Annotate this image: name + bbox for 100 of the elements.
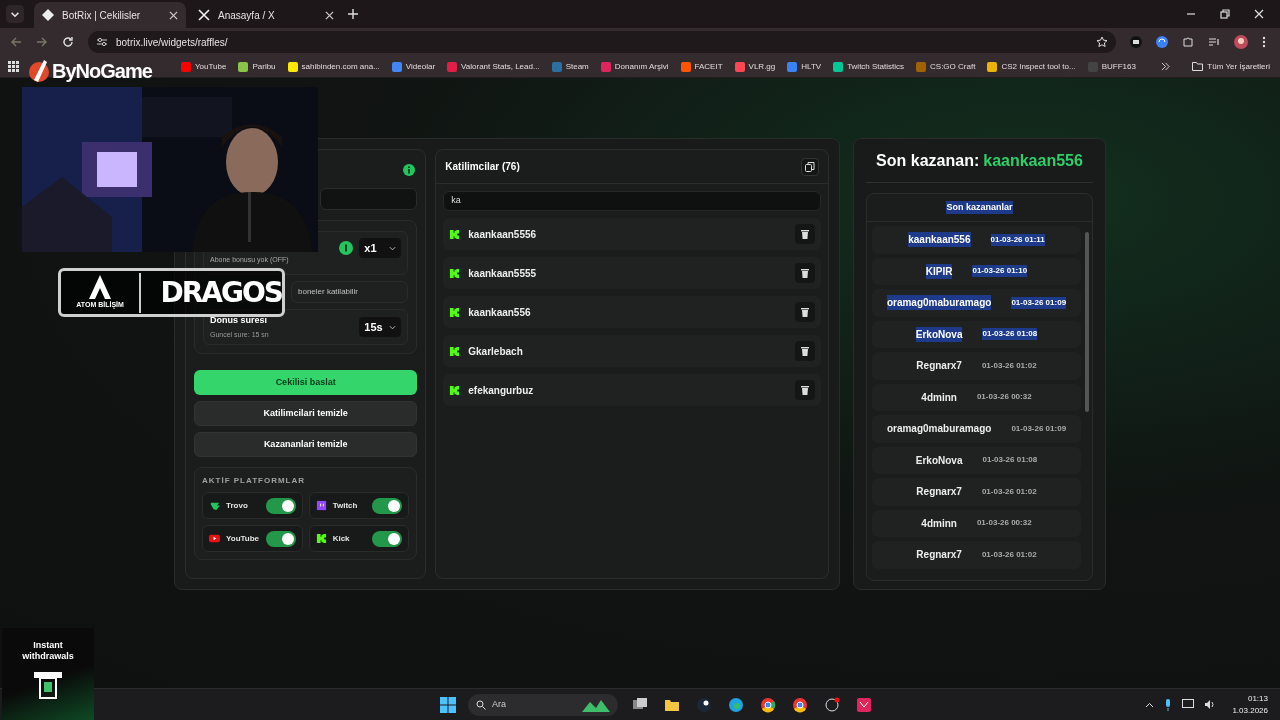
extension-icon[interactable] xyxy=(1156,36,1168,48)
kick-logo-icon xyxy=(449,345,461,357)
multiplier-dropdown[interactable]: x1 xyxy=(359,238,402,258)
bookmark[interactable]: Paribu xyxy=(238,60,276,73)
windows-start-icon[interactable] xyxy=(440,696,456,713)
network-icon[interactable] xyxy=(1182,699,1195,710)
bookmark[interactable]: sahibinden.com ana... xyxy=(287,60,380,73)
extension-icon[interactable] xyxy=(1130,36,1142,48)
app-icon[interactable] xyxy=(856,696,872,713)
bookmark[interactable]: Twitch Statistics xyxy=(833,60,905,73)
winner-name: ErkoNova xyxy=(915,453,963,468)
platform-name: Trovo xyxy=(226,499,249,512)
close-icon[interactable] xyxy=(325,10,334,20)
kick-logo-icon xyxy=(449,228,461,240)
platform-name: Kick xyxy=(332,532,351,545)
info-icon[interactable] xyxy=(403,164,416,176)
winner-name: ErkoNova xyxy=(915,326,963,342)
toggle-switch[interactable] xyxy=(372,530,403,547)
winner-time: 01-03-26 01:09 xyxy=(1011,296,1067,309)
all-bookmarks-button[interactable]: Tüm Yer İşaretleri xyxy=(1192,60,1270,73)
bookmark[interactable]: CS2 Inspect tool to... xyxy=(987,60,1076,73)
back-icon[interactable] xyxy=(10,36,22,48)
toggle-switch[interactable] xyxy=(265,530,296,547)
winner-name: kaankaan556 xyxy=(983,150,1083,171)
copy-icon xyxy=(805,161,815,172)
tab-list-icon[interactable] xyxy=(6,5,24,23)
kick-logo-icon xyxy=(449,384,461,396)
platform-name: YouTube xyxy=(226,532,260,545)
site-settings-icon[interactable] xyxy=(96,36,108,48)
browser-tab[interactable]: BotRix | Cekilisler xyxy=(34,2,186,28)
bookmark-star-icon[interactable] xyxy=(1096,36,1108,48)
clear-button[interactable]: Kazananlari temizle xyxy=(194,432,418,457)
delete-button[interactable] xyxy=(795,263,815,283)
tab-title: Anasayfa / X xyxy=(218,8,276,23)
clear-button[interactable]: Katilimcilari temizle xyxy=(194,401,418,426)
brand-logo: ByNoGame xyxy=(52,59,152,84)
participant-row[interactable]: kaankaan5556 xyxy=(443,218,821,250)
bookmark[interactable]: HLTV xyxy=(787,60,822,73)
search-icon xyxy=(476,699,486,710)
youtube-logo-icon xyxy=(209,533,220,544)
winner-name: kaankaan556 xyxy=(908,232,971,248)
chevrons-icon[interactable] xyxy=(1161,62,1171,71)
text-field[interactable] xyxy=(320,188,418,210)
chrome-icon[interactable] xyxy=(792,696,808,713)
participant-row[interactable]: efekangurbuz xyxy=(443,374,821,406)
subscriber-field[interactable]: boneler katilabilir xyxy=(291,281,409,303)
media-icon[interactable] xyxy=(1208,36,1220,48)
delete-button[interactable] xyxy=(795,380,815,400)
copy-button[interactable] xyxy=(801,157,819,176)
bookmark[interactable]: VLR.gg xyxy=(734,60,776,73)
kick-logo-icon xyxy=(449,267,461,279)
winner-time: 01-03-26 01:08 xyxy=(982,328,1038,341)
toggle-switch[interactable] xyxy=(372,497,403,514)
participant-row[interactable]: kaankaan5555 xyxy=(443,257,821,289)
winner-label: Son kazanan: xyxy=(876,150,980,171)
reload-icon[interactable] xyxy=(62,36,74,48)
winner-time: 01-03-26 01:08 xyxy=(982,454,1038,467)
more-icon[interactable] xyxy=(1262,36,1266,48)
winner-name: Regnarx7 xyxy=(916,548,962,563)
microphone-icon[interactable] xyxy=(1164,698,1173,711)
forward-icon[interactable] xyxy=(36,36,48,48)
delete-button[interactable] xyxy=(795,341,815,361)
chrome-icon[interactable] xyxy=(760,696,776,713)
delete-button[interactable] xyxy=(795,224,815,244)
avatar-icon[interactable] xyxy=(1234,35,1248,49)
browser-tab[interactable]: Anasayfa / X xyxy=(190,2,342,28)
toggle-switch[interactable] xyxy=(265,497,296,514)
winner-time: 01-03-26 01:02 xyxy=(981,359,1037,372)
start-raffle-button[interactable]: Cekilisi baslat xyxy=(194,370,418,395)
participant-row[interactable]: kaankaan556 xyxy=(443,296,821,328)
chevron-up-icon[interactable] xyxy=(1145,701,1155,708)
bookmark[interactable]: Valorant Stats, Lead... xyxy=(447,60,540,73)
address-bar[interactable]: botrix.live/widgets/raffles/ xyxy=(88,31,1116,53)
duration-dropdown[interactable]: 15s xyxy=(359,317,402,337)
info-icon[interactable] xyxy=(339,241,354,255)
bookmark[interactable]: Steam xyxy=(551,60,589,73)
chevron-down-icon xyxy=(389,245,397,251)
taskbar-search[interactable]: Ara xyxy=(468,693,618,716)
bookmark[interactable]: CS:GO Craft xyxy=(916,60,976,73)
section-title: AKTİF PLATFORMLAR xyxy=(202,475,307,487)
bookmark[interactable]: BUFF163 xyxy=(1087,60,1136,73)
close-icon[interactable] xyxy=(1254,9,1264,19)
ad-banner[interactable]: Instant withdrawals xyxy=(2,628,94,720)
bookmark[interactable]: YouTube xyxy=(181,60,227,73)
clock-date: 1.03.2026 xyxy=(1232,704,1268,717)
setting-title: Donus suresi xyxy=(210,314,268,327)
new-tab-icon[interactable] xyxy=(348,9,358,19)
participant-row[interactable]: Gkarlebach xyxy=(443,335,821,367)
apps-grid-icon[interactable] xyxy=(8,61,19,72)
delete-button[interactable] xyxy=(795,302,815,322)
winner-time: 01-03-26 01:09 xyxy=(1011,422,1067,435)
bookmark[interactable]: Donanım Arşivi xyxy=(600,60,669,73)
volume-icon[interactable] xyxy=(1204,699,1217,710)
bookmark[interactable]: Videolar xyxy=(391,60,436,73)
bookmark[interactable]: FACEIT xyxy=(680,60,723,73)
search-field[interactable]: ka xyxy=(443,191,821,211)
diamond-icon xyxy=(42,9,54,21)
restore-icon[interactable] xyxy=(1220,9,1230,19)
panel-title: Katilimcilar (76) xyxy=(445,160,520,174)
close-icon[interactable] xyxy=(169,10,178,20)
